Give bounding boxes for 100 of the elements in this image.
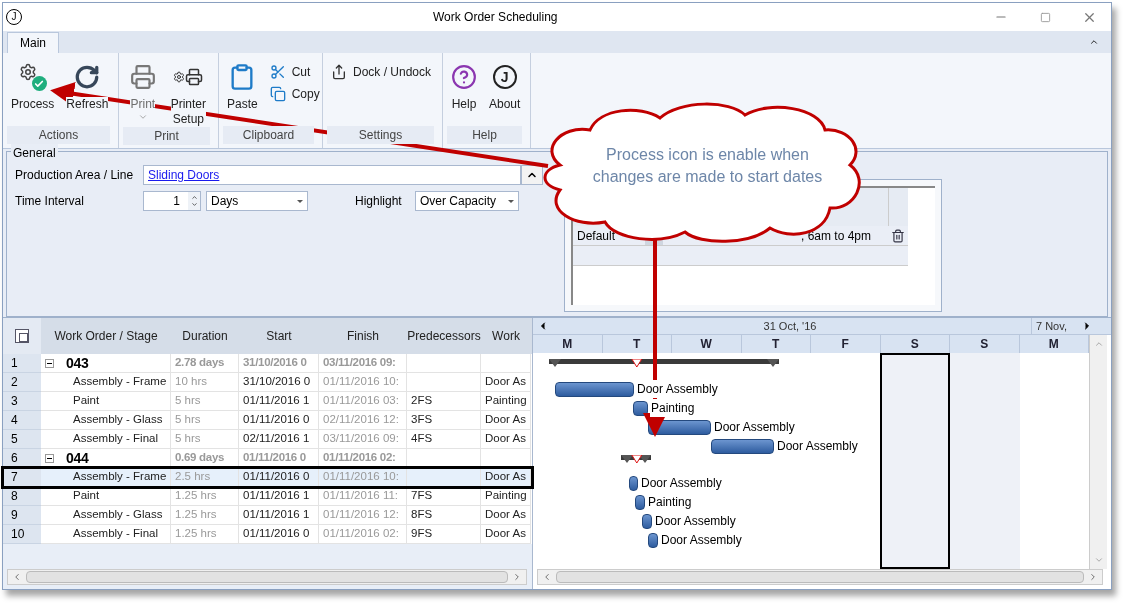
grid-menu-icon[interactable] xyxy=(15,329,29,343)
cell-text: 8FS xyxy=(410,507,433,523)
scroll-right-icon[interactable] xyxy=(512,572,522,582)
ribbon-button[interactable]: Dock / Undock xyxy=(327,61,436,83)
cell-text: 03/11/2016 09: xyxy=(322,431,399,447)
day-header: T xyxy=(741,335,811,353)
scroll-left-icon[interactable] xyxy=(542,572,552,582)
day-header: W xyxy=(672,335,742,353)
grid-row[interactable]: 2 Assembly - Frame 10 hrs 31/10/2016 0 01/11/2016 10: Door As xyxy=(3,373,532,392)
cell-text: 1.25 hrs xyxy=(174,507,217,523)
ribbon-button[interactable]: Help xyxy=(447,57,481,112)
table-cell-text: Default xyxy=(576,228,617,245)
field-label: Production Area / Line xyxy=(15,167,135,184)
ribbon-button[interactable]: Refresh xyxy=(62,57,113,112)
column-header[interactable]: Start xyxy=(239,318,319,354)
cell-text: 03/11/2016 09: xyxy=(322,355,396,371)
row-number: 7 xyxy=(3,468,41,487)
cell-text: 01/11/2016 12: xyxy=(322,507,399,523)
cell-text: Door As xyxy=(484,507,526,523)
ribbon-button[interactable]: J About xyxy=(485,57,525,112)
interval-spinner[interactable]: 1 xyxy=(143,191,201,211)
collapse-toggle[interactable] xyxy=(45,358,54,368)
field-label: Time Interval xyxy=(15,193,85,210)
grid-row[interactable]: 1 043 2.78 days 31/10/2016 0 03/11/2016 09: xyxy=(3,354,532,373)
horizontal-scrollbar[interactable] xyxy=(537,569,1103,585)
task-bar[interactable] xyxy=(629,475,638,491)
column-header[interactable]: Duration xyxy=(171,318,239,354)
cell-text: Painting xyxy=(484,393,527,409)
column-header[interactable]: Finish xyxy=(319,318,407,354)
grid-row[interactable]: 7 Assembly - Frame 2.5 hrs 01/11/2016 0 01/11/2016 10: Door As xyxy=(3,468,532,487)
row-number: 1 xyxy=(3,354,41,373)
ribbon-button[interactable]: Process xyxy=(7,57,59,112)
cell-text: Paint xyxy=(72,393,100,409)
collapse-ribbon-icon[interactable] xyxy=(1089,37,1099,47)
highlight-dropdown[interactable]: Over Capacity xyxy=(415,191,519,211)
cell-text: 5 hrs xyxy=(174,393,201,409)
grid-row[interactable]: 3 Paint 5 hrs 01/11/2016 1 01/11/2016 03: 2FS Painting xyxy=(3,392,532,411)
ribbon-button[interactable]: Printer Setup xyxy=(166,57,210,127)
horizontal-scrollbar[interactable] xyxy=(7,569,527,585)
task-bar[interactable] xyxy=(633,400,648,416)
gear-check-icon xyxy=(18,63,47,91)
cell-text: 31/10/2016 0 xyxy=(242,355,307,371)
cell-text: 02/11/2016 12: xyxy=(322,412,399,428)
cell-text: Door As xyxy=(484,412,526,428)
task-label: Door Assembly xyxy=(636,380,719,398)
scissors-icon xyxy=(269,64,286,80)
ribbon-tab[interactable]: Main xyxy=(7,32,59,53)
row-number: 10 xyxy=(3,525,41,544)
table-cell-text: , 6am to 4pm xyxy=(799,228,872,245)
group-label: Help xyxy=(447,126,522,144)
cell-text: 1.25 hrs xyxy=(174,488,217,504)
cell-text: 01/11/2016 1 xyxy=(242,393,310,409)
column-header[interactable]: Work Order / Stage xyxy=(41,318,171,354)
task-bar[interactable] xyxy=(642,513,652,529)
collapse-button[interactable] xyxy=(521,165,543,185)
task-label: Painting xyxy=(650,399,696,417)
production-area-link[interactable]: Sliding Doors xyxy=(148,168,220,182)
day-header: T xyxy=(602,335,672,353)
cell-text: 3FS xyxy=(410,412,433,428)
cell-text: 1.25 hrs xyxy=(174,526,217,542)
gear-printer-icon xyxy=(173,68,204,86)
cell-text: 01/11/2016 0 xyxy=(242,412,310,428)
column-header[interactable]: Predecessors xyxy=(407,318,481,354)
day-header: M xyxy=(533,335,603,353)
column-header[interactable]: Work xyxy=(481,318,531,354)
cell-text: Assembly - Frame xyxy=(72,469,167,485)
cell-text: 01/11/2016 0 xyxy=(242,526,310,542)
cell-text: 01/11/2016 03: xyxy=(322,393,399,409)
grid-row[interactable]: 9 Assembly - Glass 1.25 hrs 01/11/2016 1 01/11/2016 12: 8FS Door As xyxy=(3,506,532,525)
delete-icon[interactable] xyxy=(891,229,905,243)
collapse-toggle[interactable] xyxy=(45,453,54,463)
group-label: Clipboard xyxy=(223,126,314,144)
ribbon-button[interactable]: Paste xyxy=(223,57,262,112)
grid-row[interactable]: 4 Assembly - Glass 5 hrs 01/11/2016 0 02/11/2016 12: 3FS Door As xyxy=(3,411,532,430)
group-label: Settings xyxy=(327,126,434,144)
grid-row[interactable]: 10 Assembly - Final 1.25 hrs 01/11/2016 0 01/11/2016 02: 9FS Door As xyxy=(3,525,532,544)
cell-text: Assembly - Glass xyxy=(72,507,163,523)
cell-text: Painting xyxy=(484,488,527,504)
cell-text: 01/11/2016 1 xyxy=(242,507,310,523)
task-bar[interactable] xyxy=(555,381,634,397)
task-bar[interactable] xyxy=(635,494,645,510)
cell-text: 02/11/2016 1 xyxy=(242,431,310,447)
unit-dropdown[interactable]: Days xyxy=(206,191,308,211)
production-area-field[interactable]: Sliding Doors xyxy=(143,165,521,185)
ribbon-button[interactable]: Copy xyxy=(265,83,324,105)
grid-row[interactable]: 5 Assembly - Final 5 hrs 02/11/2016 1 03/11/2016 09: 4FS Door As xyxy=(3,430,532,449)
cell-text: 01/11/2016 10: xyxy=(322,374,399,390)
ribbon-button[interactable]: Cut xyxy=(265,61,324,83)
task-bar[interactable] xyxy=(711,438,774,454)
cell-text: 5 hrs xyxy=(174,431,201,447)
period-label: 7 Nov, xyxy=(1031,318,1081,334)
group-label: Actions xyxy=(7,126,110,144)
task-bar[interactable] xyxy=(648,532,658,548)
scroll-left-icon[interactable] xyxy=(12,572,22,582)
row-number: 3 xyxy=(3,392,41,411)
row-number: 2 xyxy=(3,373,41,392)
scroll-right-icon[interactable] xyxy=(1088,572,1098,582)
cell-text: Assembly - Glass xyxy=(72,412,163,428)
cell-text: 10 hrs xyxy=(174,374,207,390)
cell-text: 2.78 days xyxy=(174,355,225,371)
